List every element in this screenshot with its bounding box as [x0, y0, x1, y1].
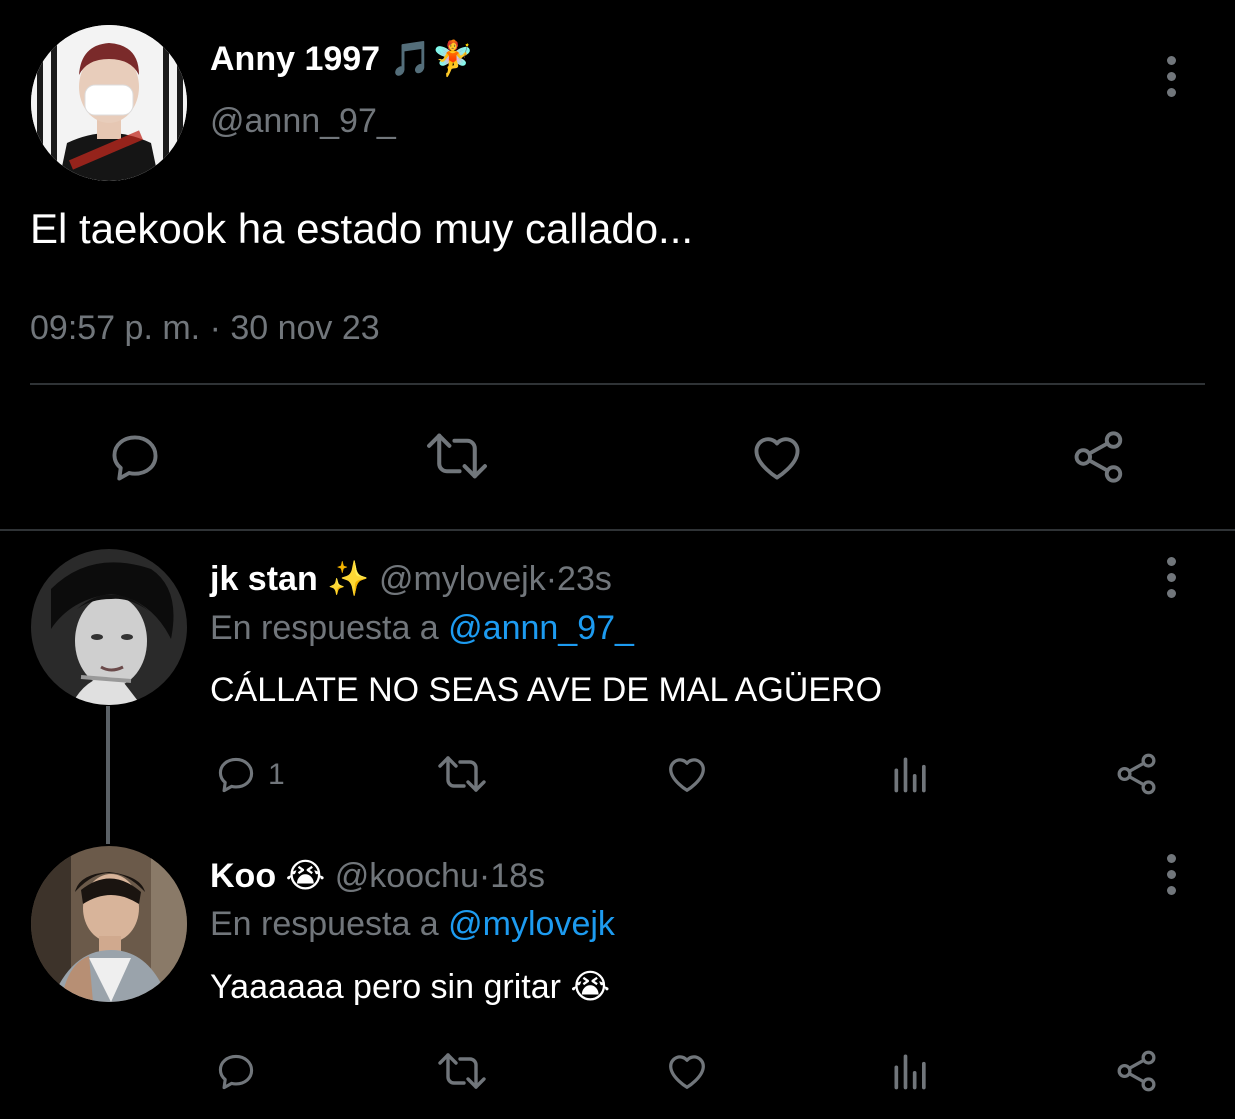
meta-separator: ·	[478, 857, 491, 895]
share-button[interactable]	[1114, 751, 1160, 797]
reply-text: Yaaaaaa pero sin gritar 😭	[210, 968, 611, 1006]
reply-to-label: En respuesta a	[210, 609, 439, 647]
reply-to-mention[interactable]: @annn_97_	[448, 609, 634, 647]
tweet-time: 09:57 p. m.	[30, 309, 201, 347]
comment-bubble-icon	[112, 435, 158, 481]
reply-button[interactable]	[106, 429, 164, 487]
bar-chart-icon	[894, 1054, 926, 1090]
reply-to-mention[interactable]: @mylovejk	[448, 905, 615, 943]
reply-header: jk stan ✨ @mylovejk·23s	[210, 559, 612, 599]
tweet-text: El taekook ha estado muy callado...	[30, 205, 694, 252]
like-button[interactable]	[664, 1048, 710, 1094]
views-button[interactable]	[889, 752, 933, 796]
divider	[30, 383, 1205, 385]
share-button[interactable]	[1114, 1048, 1160, 1094]
like-button[interactable]	[748, 428, 806, 486]
author-avatar[interactable]	[31, 25, 187, 181]
tweet-timestamp: 09:57 p. m. · 30 nov 23	[30, 309, 380, 348]
reply-header: Koo 😭 @koochu·18s	[210, 856, 545, 896]
author-name[interactable]: Anny 1997 🎵🧚	[210, 39, 474, 79]
more-vertical-icon[interactable]	[1161, 557, 1181, 601]
reply-button[interactable]: 1	[214, 753, 285, 797]
author-handle[interactable]: @annn_97_	[210, 102, 396, 141]
retweet-button[interactable]	[424, 427, 490, 485]
reply-author-handle[interactable]: @koochu	[335, 857, 479, 895]
share-button[interactable]	[1070, 428, 1128, 486]
retweet-icon	[438, 756, 486, 792]
reply-count: 1	[268, 758, 285, 791]
more-vertical-icon[interactable]	[1161, 56, 1181, 100]
heart-icon	[669, 758, 705, 792]
reply-avatar[interactable]	[31, 549, 187, 705]
reply-button[interactable]	[214, 1050, 258, 1094]
views-button[interactable]	[889, 1049, 933, 1093]
reply-author-handle[interactable]: @mylovejk	[379, 560, 546, 598]
reply-text: CÁLLATE NO SEAS AVE DE MAL AGÜERO	[210, 671, 883, 709]
bar-chart-icon	[894, 757, 926, 793]
heart-icon	[669, 1055, 705, 1089]
retweet-icon	[427, 433, 487, 479]
reply-context: En respuesta a @mylovejk	[210, 905, 615, 944]
more-vertical-icon[interactable]	[1161, 854, 1181, 898]
reply-avatar[interactable]	[31, 846, 187, 1002]
reply-context: En respuesta a @annn_97_	[210, 609, 634, 648]
meta-separator: ·	[209, 309, 221, 347]
comment-bubble-icon	[218, 1054, 254, 1090]
share-icon	[1117, 753, 1156, 795]
divider	[0, 529, 1235, 531]
heart-icon	[754, 437, 800, 480]
reply-author-name[interactable]: jk stan ✨	[210, 560, 370, 598]
share-icon	[1074, 431, 1123, 483]
reply-time: 18s	[490, 857, 546, 895]
reply-to-label: En respuesta a	[210, 905, 439, 943]
retweet-button[interactable]	[436, 1049, 488, 1093]
reply-time: 23s	[557, 560, 612, 598]
retweet-icon	[438, 1053, 486, 1089]
meta-separator: ·	[545, 560, 558, 598]
tweet-date: 30 nov 23	[230, 309, 380, 347]
thread-connector	[106, 706, 110, 844]
like-button[interactable]	[664, 751, 710, 797]
retweet-button[interactable]	[436, 752, 488, 796]
comment-bubble-icon	[218, 757, 254, 793]
reply-author-name[interactable]: Koo 😭	[210, 857, 325, 895]
share-icon	[1117, 1050, 1156, 1092]
